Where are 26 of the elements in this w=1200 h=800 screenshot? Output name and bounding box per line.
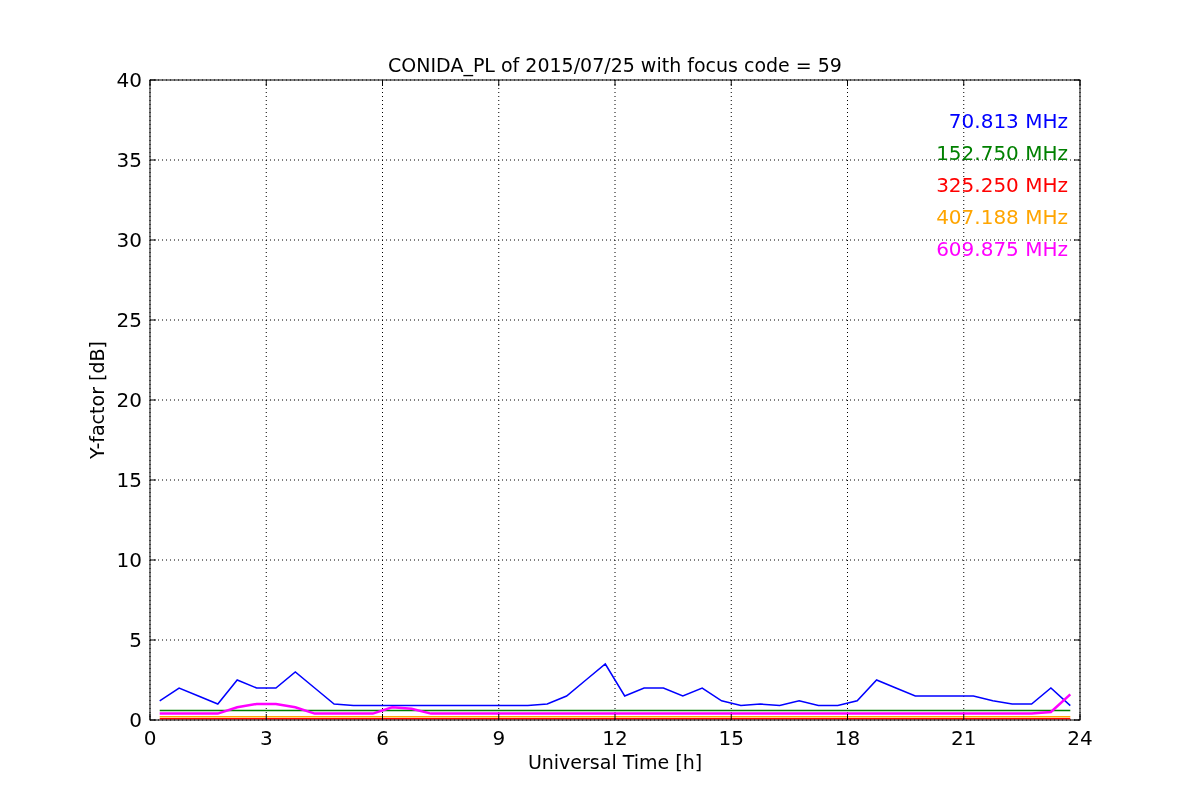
legend-label: 609.875 MHz — [936, 237, 1068, 261]
y-tick-label: 25 — [116, 308, 142, 332]
legend-label: 325.250 MHz — [936, 173, 1068, 197]
y-tick-label: 0 — [129, 708, 142, 732]
x-tick-label: 21 — [951, 726, 977, 750]
y-tick-label: 20 — [116, 388, 142, 412]
chart-title: CONIDA_PL of 2015/07/25 with focus code = 59 — [388, 54, 842, 76]
y-tick-label: 30 — [116, 228, 142, 252]
legend-label: 152.750 MHz — [936, 141, 1068, 165]
y-tick-label: 40 — [116, 68, 142, 92]
x-tick-label: 24 — [1067, 726, 1093, 750]
y-tick-label: 5 — [129, 628, 142, 652]
x-tick-label: 6 — [376, 726, 389, 750]
x-axis-title: Universal Time [h] — [527, 751, 703, 773]
legend-label: 407.188 MHz — [936, 205, 1068, 229]
x-tick-label: 3 — [259, 726, 273, 750]
x-tick-label: 9 — [492, 726, 506, 750]
x-tick-label: 0 — [143, 726, 157, 750]
x-tick-label: 12 — [602, 726, 628, 750]
y-tick-label: 10 — [116, 548, 142, 572]
y-axis-title: Y-factor [dB] — [86, 341, 108, 459]
y-tick-label: 35 — [116, 148, 142, 172]
x-tick-label: 18 — [834, 726, 861, 750]
legend-label: 70.813 MHz — [948, 109, 1068, 133]
y-tick-label: 15 — [116, 468, 142, 492]
x-tick-label: 15 — [718, 726, 744, 750]
